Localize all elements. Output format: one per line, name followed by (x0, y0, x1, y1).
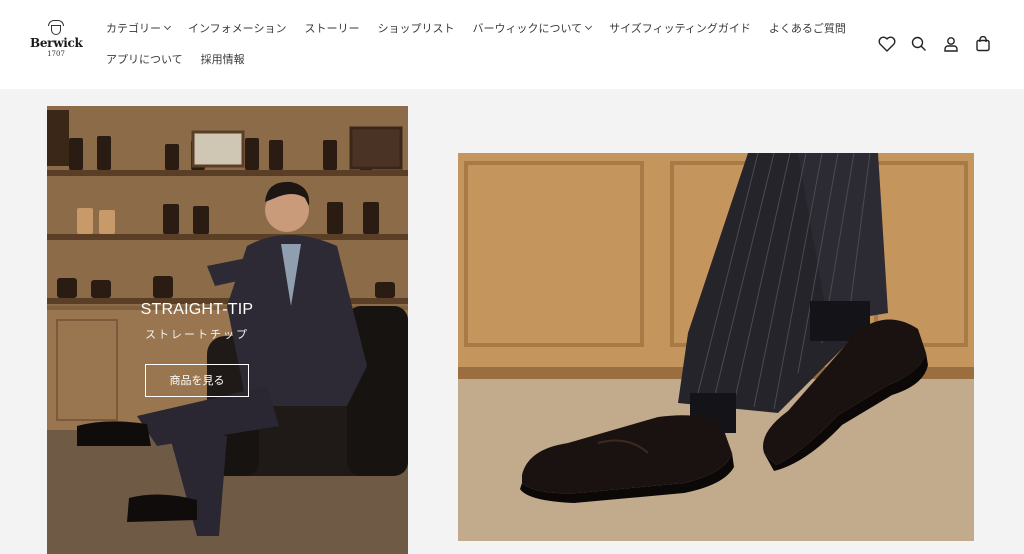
nav-row-1: カテゴリー インフォメーション ストーリー ショップリスト バーウィックについて… (106, 19, 846, 37)
nav-item-about-berwick[interactable]: バーウィックについて (472, 20, 593, 36)
chevron-down-icon (163, 22, 172, 31)
site-header: Berwick 1707 カテゴリー インフォメーション ストーリー ショップリ… (0, 0, 1024, 89)
brand-tagline-mark (30, 58, 82, 63)
crest-icon (45, 20, 67, 36)
nav-item-category[interactable]: カテゴリー (106, 20, 172, 36)
chevron-down-icon (585, 22, 593, 31)
view-products-button[interactable]: 商品を見る (145, 364, 249, 397)
nav-item-careers[interactable]: 採用情報 (201, 51, 245, 67)
nav-item-shop-list[interactable]: ショップリスト (377, 20, 454, 36)
account-icon[interactable] (940, 34, 962, 54)
cart-icon[interactable] (972, 34, 994, 54)
nav-row-2: アプリについて 採用情報 (106, 50, 846, 68)
nav-item-faq[interactable]: よくあるご質問 (769, 20, 846, 36)
search-icon[interactable] (908, 34, 930, 54)
brand-name: Berwick (30, 36, 83, 50)
nav-item-size-guide[interactable]: サイズフィッティングガイド (609, 20, 751, 36)
straight-tip-shoes-image[interactable] (458, 153, 974, 541)
nav-item-app[interactable]: アプリについて (106, 51, 183, 67)
brand-logo[interactable]: Berwick 1707 (30, 20, 83, 68)
nav-item-information[interactable]: インフォメーション (188, 20, 286, 36)
header-icons (876, 34, 1004, 54)
nav-item-story[interactable]: ストーリー (304, 20, 359, 36)
brand-year: 1707 (47, 50, 65, 58)
hero-title: STRAIGHT-TIP (140, 301, 254, 318)
hero-subtitle: ストレートチップ (145, 328, 249, 341)
main-navigation: カテゴリー インフォメーション ストーリー ショップリスト バーウィックについて… (106, 19, 846, 68)
heart-icon[interactable] (876, 34, 898, 54)
hero-overlay: STRAIGHT-TIP ストレートチップ 商品を見る (97, 300, 297, 397)
